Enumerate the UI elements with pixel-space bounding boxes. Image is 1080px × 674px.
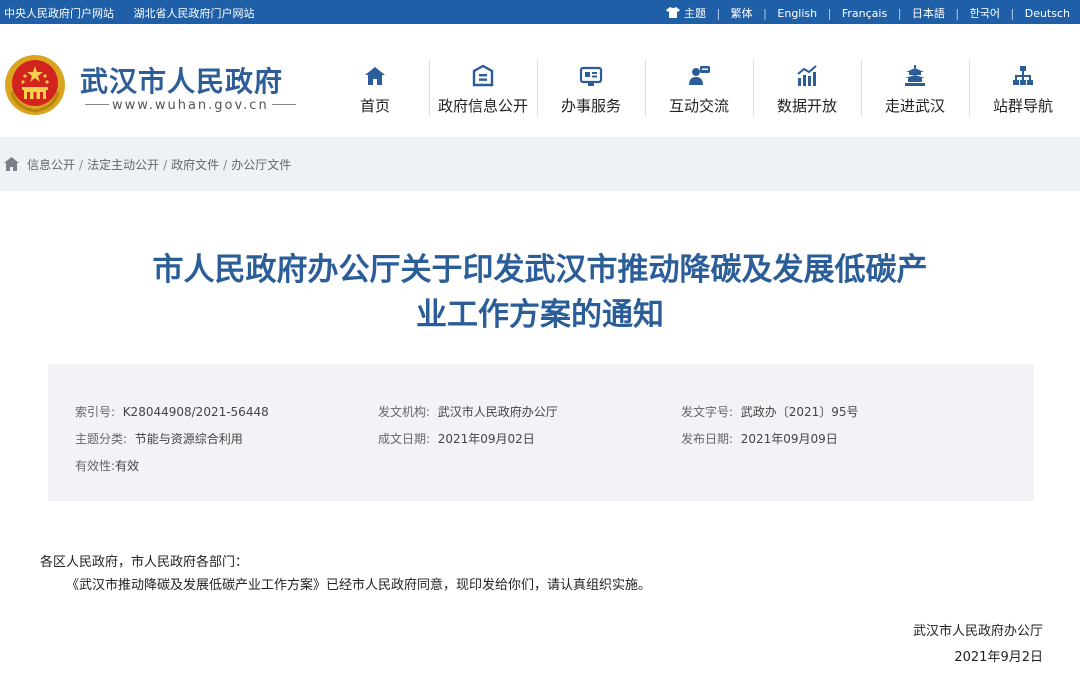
meta-topic: 主题分类: 节能与资源综合利用 xyxy=(75,432,243,446)
divider: | xyxy=(955,7,960,20)
top-links: 中央人民政府门户网站 湖北省人民政府门户网站 xyxy=(4,5,271,21)
document-meta-panel: 索引号: K28044908/2021-56448 发文机构: 武汉市人民政府办… xyxy=(48,364,1034,501)
chart-icon xyxy=(797,65,817,86)
meta-value: 2021年09月02日 xyxy=(437,432,535,446)
pagoda-icon xyxy=(905,65,925,86)
divider: | xyxy=(1010,7,1015,20)
nav-label: 政府信息公开 xyxy=(437,97,528,115)
top-bar: 中央人民政府门户网站 湖北省人民政府门户网站 主题 | 繁体 | English… xyxy=(0,0,1080,24)
nav-home[interactable]: 首页 xyxy=(321,44,429,124)
info-icon xyxy=(472,64,494,87)
language-bar: 主题 | 繁体 | English | Français | 日本語 | 한국어… xyxy=(665,5,1070,21)
breadcrumb-item[interactable]: 法定主动公开 xyxy=(87,158,159,172)
home-icon[interactable] xyxy=(4,157,19,171)
divider: | xyxy=(827,7,832,20)
meta-value: K28044908/2021-56448 xyxy=(122,405,269,419)
nav-open-data[interactable]: 数据开放 xyxy=(753,44,861,124)
breadcrumb-item[interactable]: 办公厅文件 xyxy=(231,158,291,172)
nav-label: 首页 xyxy=(359,97,390,115)
nav-services[interactable]: 办事服务 xyxy=(537,44,645,124)
nav-label: 互动交流 xyxy=(668,97,729,115)
divider: | xyxy=(716,7,721,20)
chat-icon xyxy=(689,66,710,85)
site-url: www.wuhan.gov.cn xyxy=(82,98,299,113)
document-title-line: 市人民政府办公厅关于印发武汉市推动降碳及发展低碳产 xyxy=(152,252,928,288)
document-signature: 武汉市人民政府办公厅 2021年9月2日 xyxy=(913,619,1043,671)
signer: 武汉市人民政府办公厅 xyxy=(912,624,1043,639)
breadcrumb: 信息公开 / 法定主动公开 / 政府文件 / 办公厅文件 xyxy=(4,156,291,173)
document-body: 各区人民政府，市人民政府各部门： 《武汉市推动降碳及发展低碳产业工作方案》已经市… xyxy=(40,551,651,597)
meta-validity: 有效性:有效 xyxy=(75,459,140,473)
theme-toggle[interactable]: 主题 xyxy=(665,5,706,21)
meta-value: 节能与资源综合利用 xyxy=(134,432,243,446)
link-central-gov[interactable]: 中央人民政府门户网站 xyxy=(4,7,114,20)
nav-label: 走进武汉 xyxy=(884,97,945,115)
nav-gov-info[interactable]: 政府信息公开 xyxy=(429,44,537,124)
meta-issuer: 发文机构: 武汉市人民政府办公厅 xyxy=(378,405,558,419)
lang-german[interactable]: Deutsch xyxy=(1025,7,1070,20)
lang-japanese[interactable]: 日本語 xyxy=(912,5,945,21)
breadcrumb-bar: 信息公开 / 法定主动公开 / 政府文件 / 办公厅文件 xyxy=(0,137,1080,191)
link-hubei-gov[interactable]: 湖北省人民政府门户网站 xyxy=(134,7,255,20)
divider: | xyxy=(763,7,767,20)
body-paragraph: 《武汉市推动降碳及发展低碳产业工作方案》已经市人民政府同意，现印发给你们，请认真… xyxy=(66,578,652,593)
breadcrumb-item[interactable]: 信息公开 xyxy=(27,158,75,172)
meta-written-date: 成文日期: 2021年09月02日 xyxy=(378,432,535,446)
national-emblem-logo[interactable] xyxy=(4,54,66,116)
salutation: 各区人民政府，市人民政府各部门： xyxy=(40,555,249,570)
meta-publish-date: 发布日期: 2021年09月09日 xyxy=(681,432,838,446)
article-content: 市人民政府办公厅关于印发武汉市推动降碳及发展低碳产 业工作方案的通知 索引号: … xyxy=(0,191,1080,674)
nav-label: 站群导航 xyxy=(992,97,1053,115)
nav-label: 办事服务 xyxy=(560,97,621,115)
meta-value: 有效 xyxy=(115,459,140,473)
service-icon xyxy=(579,66,603,86)
lang-english[interactable]: English xyxy=(777,7,817,20)
sign-date: 2021年9月2日 xyxy=(954,650,1043,665)
site-url-text: www.wuhan.gov.cn xyxy=(112,98,269,113)
lang-french[interactable]: Français xyxy=(842,7,887,20)
breadcrumb-item[interactable]: 政府文件 xyxy=(171,158,219,172)
nav-label: 数据开放 xyxy=(776,97,837,115)
sitemap-icon xyxy=(1013,66,1033,85)
document-title: 市人民政府办公厅关于印发武汉市推动降碳及发展低碳产 业工作方案的通知 xyxy=(80,248,1000,338)
meta-value: 2021年09月09日 xyxy=(740,432,838,446)
meta-doc-number: 发文字号: 武政办〔2021〕95号 xyxy=(681,405,859,419)
meta-value: 武汉市人民政府办公厅 xyxy=(437,405,558,419)
meta-index: 索引号: K28044908/2021-56448 xyxy=(75,405,269,419)
divider: | xyxy=(897,7,902,20)
home-icon xyxy=(365,67,385,85)
nav-site-map[interactable]: 站群导航 xyxy=(969,44,1077,124)
theme-label: 主题 xyxy=(683,7,706,20)
meta-value: 武政办〔2021〕95号 xyxy=(740,405,859,419)
lang-korean[interactable]: 한국어 xyxy=(970,5,1000,21)
shirt-icon xyxy=(665,7,680,18)
nav-interaction[interactable]: 互动交流 xyxy=(645,44,753,124)
site-title[interactable]: 武汉市人民政府 xyxy=(80,60,283,100)
document-title-line: 业工作方案的通知 xyxy=(416,297,664,333)
nav-about-wuhan[interactable]: 走进武汉 xyxy=(861,44,969,124)
lang-traditional[interactable]: 繁体 xyxy=(731,5,753,21)
